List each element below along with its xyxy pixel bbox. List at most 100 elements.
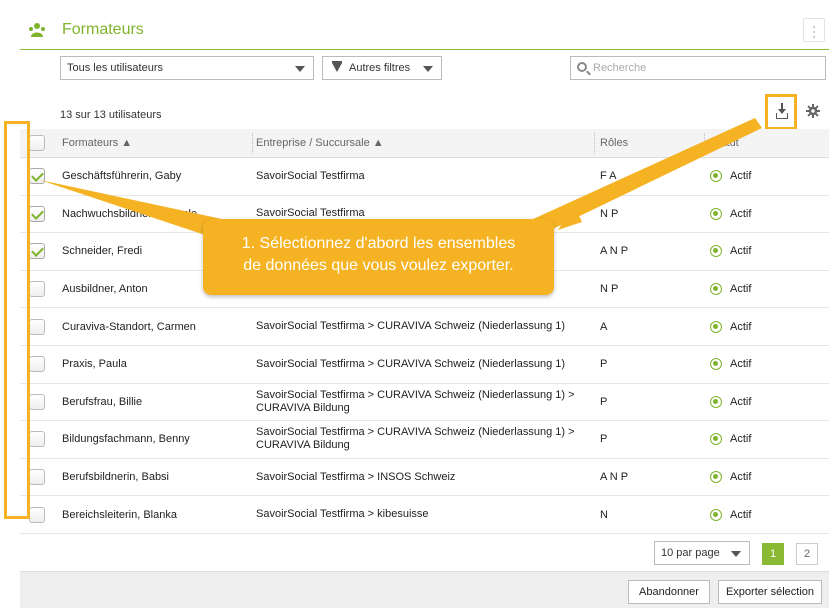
row-checkbox[interactable]	[29, 318, 45, 335]
per-page-select[interactable]: 10 par page	[654, 541, 750, 565]
result-count: 13 sur 13 utilisateurs	[60, 109, 162, 121]
status-active-icon	[710, 433, 722, 446]
row-checkbox[interactable]	[29, 281, 45, 298]
roles-cell: P	[600, 358, 608, 371]
roles-cell: N P	[600, 283, 619, 296]
status-label: Actif	[730, 207, 752, 220]
row-checkbox[interactable]	[29, 205, 45, 222]
table-row[interactable]: Praxis, Paula SavoirSocial Testfirma > CU…	[20, 346, 829, 384]
search-input[interactable]	[593, 60, 813, 76]
chevron-down-icon	[423, 66, 433, 72]
trainers-table: Formateurs ▲ Entreprise / Succursale ▲ R…	[20, 129, 829, 534]
row-checkbox[interactable]	[29, 506, 45, 523]
roles-cell: N	[600, 508, 608, 521]
status-label: Actif	[730, 471, 752, 484]
row-checkbox[interactable]	[29, 393, 45, 410]
search-box	[570, 56, 826, 80]
trainer-name[interactable]: Curaviva-Standort, Carmen	[62, 308, 252, 345]
roles-cell: P	[600, 395, 608, 408]
roles-cell: P	[600, 433, 608, 446]
chevron-down-icon	[295, 66, 305, 72]
table-row[interactable]: Berufsbildnerin, Babsi SavoirSocial Testf…	[20, 459, 829, 497]
status-label: Actif	[730, 358, 752, 371]
cancel-button[interactable]: Abandonner	[628, 580, 710, 604]
status-cell: Actif	[710, 346, 810, 383]
status-active-icon	[710, 170, 722, 183]
status-cell: Actif	[710, 271, 810, 308]
table-body: Geschäftsführerin, Gaby SavoirSocial Test…	[20, 158, 829, 534]
status-label: Actif	[730, 170, 752, 183]
page-button-1[interactable]: 1	[762, 543, 784, 565]
filter-bar: Tous les utilisateurs Autres filtres	[60, 56, 826, 80]
table-row[interactable]: Berufsfrau, Billie SavoirSocial Testfirma…	[20, 384, 829, 422]
chevron-down-icon	[731, 551, 741, 557]
company-cell: SavoirSocial Testfirma > CURAVIVA Schwei…	[256, 320, 566, 333]
tooltip-line-2: de données que vous voulez exporter.	[243, 257, 514, 274]
table-row[interactable]: Curaviva-Standort, Carmen SavoirSocial Te…	[20, 308, 829, 346]
filter-icon	[332, 61, 342, 72]
status-cell: Actif	[710, 459, 810, 496]
row-checkbox[interactable]	[29, 469, 45, 486]
trainer-name[interactable]: Bereichsleiterin, Blanka	[62, 496, 252, 533]
trainers-panel: Formateurs Tous les utilisateurs Autres …	[20, 10, 829, 608]
column-header-trainers[interactable]: Formateurs ▲	[62, 137, 132, 149]
page-title: Formateurs	[62, 21, 144, 38]
status-label: Actif	[730, 320, 752, 333]
trainer-name[interactable]: Berufsfrau, Billie	[62, 384, 252, 421]
status-label: Actif	[730, 433, 752, 446]
company-cell: SavoirSocial Testfirma > CURAVIVA Schwei…	[256, 357, 566, 370]
more-filters-button[interactable]: Autres filtres	[322, 56, 442, 80]
row-checkbox[interactable]	[29, 243, 45, 260]
column-header-roles[interactable]: Rôles	[600, 137, 628, 149]
status-active-icon	[710, 471, 722, 484]
page-button-2[interactable]: 2	[796, 543, 818, 565]
column-header-company[interactable]: Entreprise / Succursale ▲	[256, 137, 384, 149]
company-cell: SavoirSocial Testfirma > INSOS Schweiz	[256, 470, 456, 483]
company-cell: SavoirSocial Testfirma > CURAVIVA Schwei…	[256, 426, 575, 452]
status-label: Actif	[730, 283, 752, 296]
pagination: 10 par page 1 2	[20, 537, 829, 571]
status-active-icon	[710, 320, 722, 333]
gear-icon[interactable]	[806, 104, 820, 118]
roles-cell: A N P	[600, 245, 629, 258]
search-icon	[577, 62, 587, 72]
table-row[interactable]: Bildungsfachmann, Benny SavoirSocial Test…	[20, 421, 829, 459]
users-filter-select[interactable]: Tous les utilisateurs	[60, 56, 314, 80]
tooltip-line-1: 1. Sélectionnez d'abord les ensembles	[241, 235, 516, 252]
users-icon	[29, 23, 45, 37]
roles-cell: A	[600, 320, 608, 333]
status-cell: Actif	[710, 421, 810, 458]
company-cell: SavoirSocial Testfirma > kibesuisse	[256, 508, 429, 521]
status-active-icon	[710, 245, 722, 258]
export-button[interactable]	[765, 94, 797, 130]
more-options-button[interactable]	[803, 18, 825, 42]
select-all-checkbox[interactable]	[29, 135, 45, 151]
status-active-icon	[710, 358, 722, 371]
table-row[interactable]: Bereichsleiterin, Blanka SavoirSocial Tes…	[20, 496, 829, 534]
export-selection-button[interactable]: Exporter sélection	[718, 580, 822, 604]
company-cell: SavoirSocial Testfirma > CURAVIVA Schwei…	[256, 388, 575, 414]
row-checkbox[interactable]	[29, 168, 45, 185]
more-filters-label: Autres filtres	[349, 62, 411, 74]
instruction-tooltip: 1. Sélectionnez d'abord les ensembles de…	[203, 219, 554, 295]
trainer-name[interactable]: Bildungsfachmann, Benny	[62, 421, 252, 458]
status-label: Actif	[730, 245, 752, 258]
status-active-icon	[710, 395, 722, 408]
trainer-name[interactable]: Geschäftsführerin, Gaby	[62, 158, 252, 195]
roles-cell: N P	[600, 207, 619, 220]
status-cell: Actif	[710, 496, 810, 533]
table-header: Formateurs ▲ Entreprise / Succursale ▲ R…	[20, 129, 829, 158]
roles-cell: A N P	[600, 471, 629, 484]
status-active-icon	[710, 508, 722, 521]
per-page-value: 10 par page	[661, 547, 720, 559]
table-row[interactable]: Geschäftsführerin, Gaby SavoirSocial Test…	[20, 158, 829, 196]
status-cell: Actif	[710, 158, 810, 195]
status-active-icon	[710, 207, 722, 220]
trainer-name[interactable]: Praxis, Paula	[62, 346, 252, 383]
row-checkbox[interactable]	[29, 356, 45, 373]
roles-cell: F A	[600, 170, 617, 183]
column-header-status[interactable]: Statut	[710, 137, 739, 149]
row-checkbox[interactable]	[29, 431, 45, 448]
action-footer: Abandonner Exporter sélection	[20, 571, 829, 608]
trainer-name[interactable]: Berufsbildnerin, Babsi	[62, 459, 252, 496]
